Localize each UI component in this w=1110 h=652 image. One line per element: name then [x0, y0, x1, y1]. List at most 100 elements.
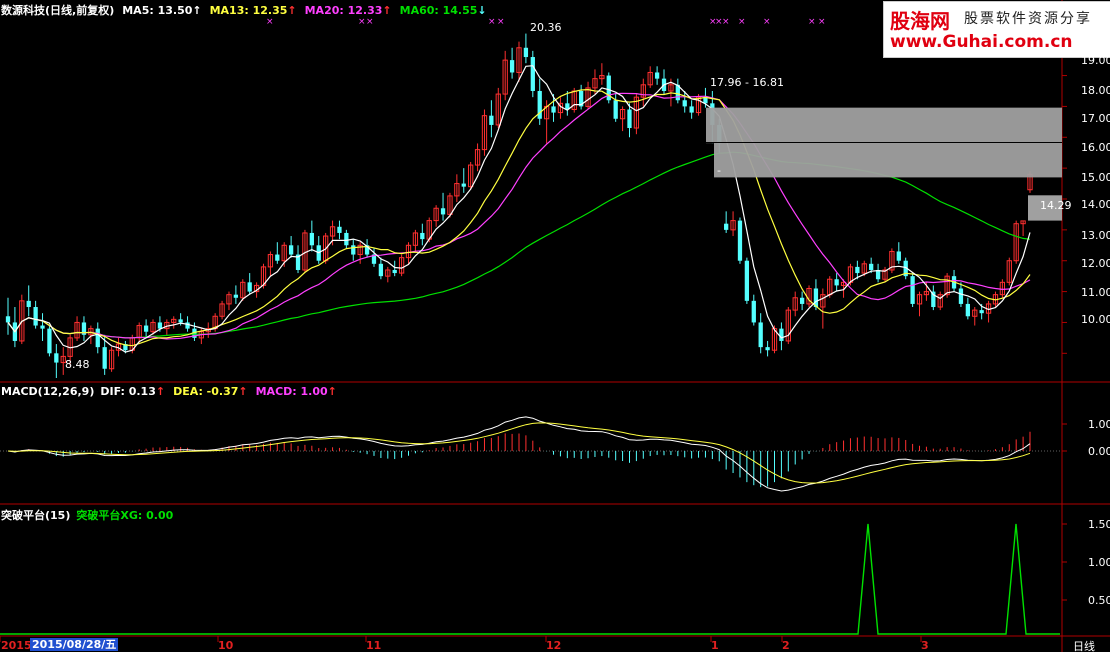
candle-body — [344, 232, 349, 246]
signal-mark: × — [763, 17, 771, 27]
platform-zone — [706, 107, 1062, 144]
candle-body — [309, 232, 314, 246]
candle-body — [351, 245, 356, 255]
candle-body — [965, 303, 970, 317]
candle-body — [47, 328, 52, 354]
candle-body — [834, 279, 839, 286]
candle-body — [420, 232, 425, 240]
candle-body — [744, 260, 750, 301]
main-legend: 数源科技(日线,前复权) MA5: 13.50↑ MA13: 12.35↑ MA20:… — [1, 2, 495, 18]
ma13-value: MA13: 12.35 — [209, 4, 288, 17]
candle-body — [627, 109, 632, 129]
breakout-legend: 突破平台(15) 突破平台XG: 0.00 — [1, 507, 181, 523]
candle-body — [896, 251, 901, 261]
xg-tick: 1.50 — [1088, 518, 1110, 531]
candle-body — [185, 322, 190, 329]
ma60-arrow: ↓ — [477, 4, 487, 17]
candle-body — [102, 347, 107, 369]
dif-value: DIF: 0.13 — [100, 385, 156, 398]
candle-body — [875, 269, 881, 280]
dea-line — [7, 422, 1031, 484]
watermark-brand: 股海网 — [890, 9, 950, 33]
xg-signal-line — [0, 523, 1060, 635]
macd-tick: 0.00 — [1088, 445, 1110, 458]
ma13-arrow: ↑ — [287, 4, 297, 17]
signal-mark: × — [497, 17, 505, 27]
candle-body — [530, 57, 535, 91]
ma20-value: MA20: 12.33 — [304, 4, 383, 17]
candle-body — [440, 208, 446, 215]
price-tick: 12.00 — [1081, 257, 1110, 270]
macd-legend: MACD(12,26,9) DIF: 0.13↑ DEA: -0.37↑ MACD: … — [1, 385, 345, 398]
candle-body — [33, 307, 38, 326]
month-label: 3 — [921, 639, 929, 652]
macd-value: MACD: 1.00 — [255, 385, 328, 398]
ma5-arrow: ↑ — [192, 4, 202, 17]
candle-body — [489, 115, 494, 125]
stock-title: 数源科技(日线,前复权) — [1, 4, 115, 17]
candle-body — [5, 316, 11, 323]
dea-arrow: ↑ — [238, 385, 248, 398]
year-label: 2015 — [1, 639, 32, 652]
xg-tick: 1.00 — [1088, 556, 1110, 569]
candle-body — [143, 325, 149, 332]
candle-body — [799, 297, 805, 304]
ma60-value: MA60: 14.55 — [399, 4, 478, 17]
ma60-line — [7, 151, 1031, 339]
signal-mark: × — [738, 17, 746, 27]
candle-body — [910, 276, 915, 304]
candle-body — [869, 263, 874, 270]
candle-body — [509, 60, 515, 73]
signal-mark: × — [358, 17, 366, 27]
candle-body — [779, 328, 784, 341]
candle-body — [95, 328, 100, 348]
price-tick: 11.00 — [1081, 286, 1110, 299]
candle-body — [26, 300, 31, 308]
signal-mark: × — [818, 17, 826, 27]
stock-chart-window: × × × × × × × × × × × × 数源科技(日线,前复权) MA5: 13.50↑ MA13… — [0, 0, 1110, 652]
cursor-date[interactable]: 2015/08/28/五 — [30, 638, 119, 651]
price-tick: 16.00 — [1081, 141, 1110, 154]
candle-body — [765, 347, 770, 351]
price-tick: 15.00 — [1081, 171, 1110, 184]
candle-body — [392, 269, 397, 274]
candle-body — [378, 263, 384, 277]
month-label: 11 — [366, 639, 382, 652]
chart-canvas[interactable]: × ×× × ×× × × × × ×× — [0, 0, 1110, 652]
guhai-watermark[interactable]: 股海网 股票软件资源分享 www.Guhai.com.cn — [883, 1, 1110, 58]
platform-zone — [714, 141, 1062, 178]
dash-mark: - — [717, 164, 721, 177]
candle-body — [682, 100, 687, 107]
candle-body — [855, 266, 860, 274]
ma5-value: MA5: 13.50 — [122, 4, 193, 17]
breakout-title: 突破平台(15) — [1, 509, 71, 522]
candle-body — [654, 72, 660, 79]
period-selector[interactable]: 日线 — [1073, 638, 1095, 652]
month-label: 10 — [218, 639, 234, 652]
month-label: 12 — [546, 639, 562, 652]
candle-body — [613, 100, 618, 119]
candle-body — [689, 106, 694, 113]
range-label: 17.96 - 16.81 — [710, 76, 784, 89]
dea-value: DEA: -0.37 — [173, 385, 239, 398]
candle-body — [233, 294, 239, 298]
signal-mark: × — [488, 17, 496, 27]
last-price-label: 14.29 — [1040, 199, 1072, 212]
candle-body — [958, 288, 964, 304]
candle-body — [337, 226, 342, 233]
signal-mark: × — [808, 17, 816, 27]
candle-body — [551, 106, 556, 113]
candle-body — [247, 282, 252, 292]
candle-body — [40, 325, 45, 329]
candle-body — [178, 319, 183, 323]
price-tick: 14.00 — [1081, 198, 1110, 211]
price-tick: 17.00 — [1081, 112, 1110, 125]
low-price-label: 8.48 — [65, 358, 90, 371]
candle-body — [724, 223, 729, 230]
xg-tick: 0.50 — [1088, 594, 1110, 607]
price-tick: 13.00 — [1081, 229, 1110, 242]
candle-body — [751, 300, 756, 323]
dif-arrow: ↑ — [155, 385, 166, 398]
ma20-arrow: ↑ — [382, 4, 392, 17]
candle-body — [461, 183, 466, 187]
